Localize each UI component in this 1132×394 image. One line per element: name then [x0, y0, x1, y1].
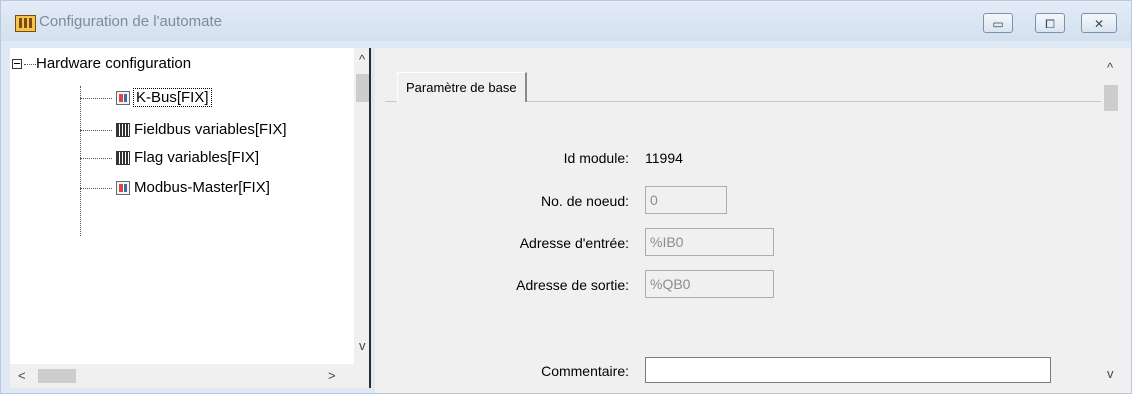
grid-icon	[116, 151, 130, 166]
hardware-tree[interactable]: Hardware configuration K-Bus[FIX] Fieldb…	[10, 48, 372, 388]
module-icon	[116, 91, 130, 106]
tree-item-modbus-master[interactable]: Modbus-Master[FIX]	[80, 179, 270, 196]
window-title: Configuration de l'automate	[39, 13, 222, 30]
details-pane: Paramètre de base Id module: 11994 No. d…	[375, 48, 1131, 393]
tree-item-k-bus[interactable]: K-Bus[FIX]	[80, 88, 212, 107]
input-address-label: Adresse d'entrée:	[519, 235, 629, 251]
scroll-left-arrow[interactable]: <	[18, 368, 26, 383]
output-address-field[interactable]: %QB0	[645, 270, 774, 298]
scroll-down-arrow[interactable]: v	[1107, 366, 1114, 381]
collapse-icon[interactable]	[12, 59, 22, 70]
input-address-field[interactable]: %IB0	[645, 228, 774, 256]
tree-item-flag-variables[interactable]: Flag variables[FIX]	[80, 149, 259, 166]
tree-item-label: K-Bus[FIX]	[133, 88, 212, 107]
scroll-up-arrow[interactable]: ^	[1107, 60, 1113, 75]
app-icon	[15, 15, 36, 32]
comment-field[interactable]	[645, 357, 1051, 383]
scroll-thumb[interactable]	[356, 74, 370, 102]
tree-item-label: Flag variables[FIX]	[134, 149, 260, 166]
output-address-label: Adresse de sortie:	[516, 277, 629, 293]
close-button[interactable]: ✕	[1081, 13, 1117, 33]
tree-root[interactable]: Hardware configuration	[12, 55, 191, 72]
id-module-value: 11994	[645, 150, 683, 166]
title-bar[interactable]: Configuration de l'automate ▭ ⧠ ✕	[1, 1, 1131, 41]
grid-icon	[116, 123, 130, 138]
tree-root-label: Hardware configuration	[36, 55, 192, 72]
scroll-right-arrow[interactable]: >	[328, 368, 336, 383]
tree-item-fieldbus-variables[interactable]: Fieldbus variables[FIX]	[80, 121, 287, 138]
tree-connector	[24, 63, 36, 65]
tree-item-label: Modbus-Master[FIX]	[134, 179, 270, 196]
node-number-label: No. de noeud:	[541, 193, 629, 209]
tree-item-label: Fieldbus variables[FIX]	[134, 121, 287, 138]
details-vertical-scrollbar[interactable]: ^ v	[1101, 48, 1121, 393]
minimize-button[interactable]: ▭	[983, 13, 1013, 33]
tree-horizontal-scrollbar[interactable]: < >	[10, 364, 354, 388]
tab-parametre-de-base[interactable]: Paramètre de base	[397, 72, 527, 102]
id-module-label: Id module:	[563, 150, 629, 166]
scroll-thumb[interactable]	[38, 369, 76, 383]
scroll-thumb[interactable]	[1104, 85, 1118, 111]
configuration-window: Configuration de l'automate ▭ ⧠ ✕ Hardwa…	[0, 0, 1132, 394]
maximize-button[interactable]: ⧠	[1035, 13, 1065, 33]
module-icon	[116, 181, 130, 196]
scroll-down-arrow[interactable]: v	[359, 338, 366, 353]
node-number-field[interactable]: 0	[645, 186, 727, 214]
comment-label: Commentaire:	[541, 363, 629, 379]
scroll-up-arrow[interactable]: ^	[359, 52, 365, 67]
